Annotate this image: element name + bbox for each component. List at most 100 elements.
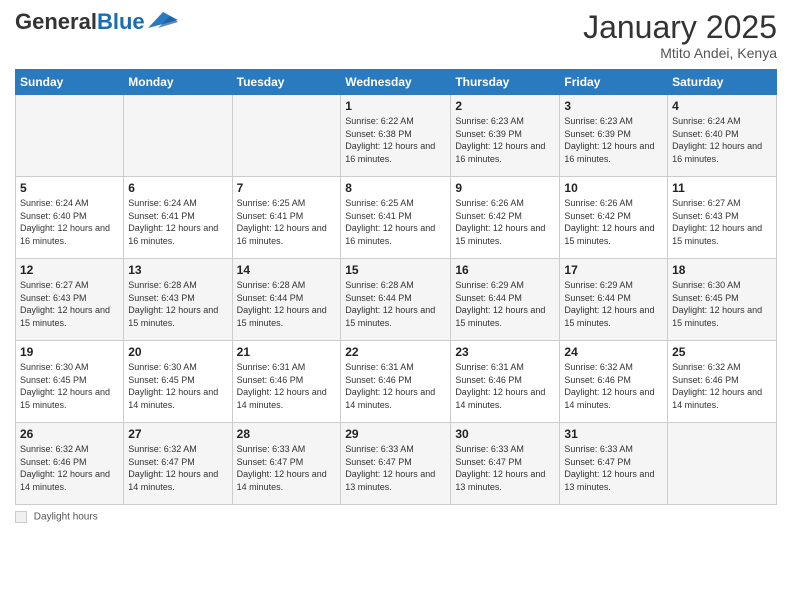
day-number: 26 (20, 427, 119, 441)
day-number: 20 (128, 345, 227, 359)
calendar-week-row: 1 Sunrise: 6:22 AM Sunset: 6:38 PM Daylig… (16, 95, 777, 177)
calendar-cell (124, 95, 232, 177)
calendar-cell: 28 Sunrise: 6:33 AM Sunset: 6:47 PM Dayli… (232, 423, 341, 505)
calendar-cell: 25 Sunrise: 6:32 AM Sunset: 6:46 PM Dayli… (668, 341, 777, 423)
day-info: Sunrise: 6:25 AM Sunset: 6:41 PM Dayligh… (345, 197, 446, 247)
day-info: Sunrise: 6:25 AM Sunset: 6:41 PM Dayligh… (237, 197, 337, 247)
day-number: 21 (237, 345, 337, 359)
day-info: Sunrise: 6:31 AM Sunset: 6:46 PM Dayligh… (345, 361, 446, 411)
day-number: 7 (237, 181, 337, 195)
calendar-cell: 7 Sunrise: 6:25 AM Sunset: 6:41 PM Daylig… (232, 177, 341, 259)
calendar-cell: 23Sunrise: 6:31 AM Sunset: 6:46 PM Dayli… (451, 341, 560, 423)
calendar-week-row: 19 Sunrise: 6:30 AM Sunset: 6:45 PM Dayli… (16, 341, 777, 423)
calendar-cell: 11 Sunrise: 6:27 AM Sunset: 6:43 PM Dayli… (668, 177, 777, 259)
day-info: Sunrise: 6:23 AM Sunset: 6:39 PM Dayligh… (564, 115, 663, 165)
calendar-cell (668, 423, 777, 505)
day-number: 1 (345, 99, 446, 113)
day-number: 14 (237, 263, 337, 277)
day-number: 8 (345, 181, 446, 195)
calendar-cell: 13 Sunrise: 6:28 AM Sunset: 6:43 PM Dayli… (124, 259, 232, 341)
day-info: Sunrise: 6:28 AM Sunset: 6:44 PM Dayligh… (345, 279, 446, 329)
day-number: 11 (672, 181, 772, 195)
day-number: 13 (128, 263, 227, 277)
calendar-week-row: 26 Sunrise: 6:32 AM Sunset: 6:46 PM Dayli… (16, 423, 777, 505)
day-number: 9 (455, 181, 555, 195)
day-number: 31 (564, 427, 663, 441)
day-header-sunday: Sunday (16, 70, 124, 95)
header: GeneralBlue January 2025 Mtito Andei, Ke… (15, 10, 777, 61)
logo-general: General (15, 9, 97, 34)
day-number: 22 (345, 345, 446, 359)
day-info: Sunrise: 6:24 AM Sunset: 6:40 PM Dayligh… (672, 115, 772, 165)
day-number: 27 (128, 427, 227, 441)
calendar-cell: 20 Sunrise: 6:30 AM Sunset: 6:45 PM Dayli… (124, 341, 232, 423)
calendar-table: SundayMondayTuesdayWednesdayThursdayFrid… (15, 69, 777, 505)
calendar-header-row: SundayMondayTuesdayWednesdayThursdayFrid… (16, 70, 777, 95)
calendar-cell: 17Sunrise: 6:29 AM Sunset: 6:44 PM Dayli… (560, 259, 668, 341)
calendar-cell: 30 Sunrise: 6:33 AM Sunset: 6:47 PM Dayli… (451, 423, 560, 505)
day-info: Sunrise: 6:22 AM Sunset: 6:38 PM Dayligh… (345, 115, 446, 165)
calendar-cell: 27Sunrise: 6:32 AM Sunset: 6:47 PM Dayli… (124, 423, 232, 505)
day-info: Sunrise: 6:31 AM Sunset: 6:46 PM Dayligh… (455, 361, 555, 411)
day-number: 28 (237, 427, 337, 441)
day-header-saturday: Saturday (668, 70, 777, 95)
title-block: January 2025 Mtito Andei, Kenya (583, 10, 777, 61)
calendar-cell: 3Sunrise: 6:23 AM Sunset: 6:39 PM Daylig… (560, 95, 668, 177)
day-info: Sunrise: 6:32 AM Sunset: 6:46 PM Dayligh… (20, 443, 119, 493)
calendar-cell: 21Sunrise: 6:31 AM Sunset: 6:46 PM Dayli… (232, 341, 341, 423)
calendar-cell: 2 Sunrise: 6:23 AM Sunset: 6:39 PM Daylig… (451, 95, 560, 177)
calendar-cell: 31 Sunrise: 6:33 AM Sunset: 6:47 PM Dayli… (560, 423, 668, 505)
day-info: Sunrise: 6:24 AM Sunset: 6:40 PM Dayligh… (20, 197, 119, 247)
calendar-cell: 24 Sunrise: 6:32 AM Sunset: 6:46 PM Dayli… (560, 341, 668, 423)
day-number: 29 (345, 427, 446, 441)
day-info: Sunrise: 6:24 AM Sunset: 6:41 PM Dayligh… (128, 197, 227, 247)
day-number: 12 (20, 263, 119, 277)
calendar-cell: 15 Sunrise: 6:28 AM Sunset: 6:44 PM Dayli… (341, 259, 451, 341)
calendar-cell: 26 Sunrise: 6:32 AM Sunset: 6:46 PM Dayli… (16, 423, 124, 505)
calendar-cell: 8 Sunrise: 6:25 AM Sunset: 6:41 PM Daylig… (341, 177, 451, 259)
logo-text: GeneralBlue (15, 11, 145, 33)
calendar-week-row: 5 Sunrise: 6:24 AM Sunset: 6:40 PM Daylig… (16, 177, 777, 259)
day-number: 15 (345, 263, 446, 277)
day-info: Sunrise: 6:33 AM Sunset: 6:47 PM Dayligh… (455, 443, 555, 493)
day-info: Sunrise: 6:26 AM Sunset: 6:42 PM Dayligh… (455, 197, 555, 247)
day-number: 2 (455, 99, 555, 113)
logo-icon (148, 10, 178, 30)
day-info: Sunrise: 6:33 AM Sunset: 6:47 PM Dayligh… (237, 443, 337, 493)
day-info: Sunrise: 6:27 AM Sunset: 6:43 PM Dayligh… (20, 279, 119, 329)
footer: Daylight hours (15, 511, 777, 523)
daylight-label: Daylight hours (34, 512, 98, 523)
logo: GeneralBlue (15, 10, 178, 34)
calendar-cell: 1 Sunrise: 6:22 AM Sunset: 6:38 PM Daylig… (341, 95, 451, 177)
day-number: 25 (672, 345, 772, 359)
daylight-legend: Daylight hours (15, 511, 98, 523)
day-info: Sunrise: 6:33 AM Sunset: 6:47 PM Dayligh… (564, 443, 663, 493)
calendar-cell: 5 Sunrise: 6:24 AM Sunset: 6:40 PM Daylig… (16, 177, 124, 259)
day-info: Sunrise: 6:28 AM Sunset: 6:43 PM Dayligh… (128, 279, 227, 329)
day-number: 10 (564, 181, 663, 195)
calendar-cell: 4Sunrise: 6:24 AM Sunset: 6:40 PM Daylig… (668, 95, 777, 177)
day-number: 5 (20, 181, 119, 195)
calendar-cell (232, 95, 341, 177)
day-header-friday: Friday (560, 70, 668, 95)
calendar-cell: 6Sunrise: 6:24 AM Sunset: 6:41 PM Daylig… (124, 177, 232, 259)
day-header-tuesday: Tuesday (232, 70, 341, 95)
day-header-monday: Monday (124, 70, 232, 95)
day-info: Sunrise: 6:32 AM Sunset: 6:46 PM Dayligh… (564, 361, 663, 411)
day-info: Sunrise: 6:27 AM Sunset: 6:43 PM Dayligh… (672, 197, 772, 247)
day-info: Sunrise: 6:23 AM Sunset: 6:39 PM Dayligh… (455, 115, 555, 165)
day-number: 30 (455, 427, 555, 441)
day-info: Sunrise: 6:30 AM Sunset: 6:45 PM Dayligh… (672, 279, 772, 329)
page: GeneralBlue January 2025 Mtito Andei, Ke… (0, 0, 792, 612)
calendar-cell (16, 95, 124, 177)
day-number: 24 (564, 345, 663, 359)
calendar-week-row: 12 Sunrise: 6:27 AM Sunset: 6:43 PM Dayli… (16, 259, 777, 341)
calendar-cell: 12 Sunrise: 6:27 AM Sunset: 6:43 PM Dayli… (16, 259, 124, 341)
day-info: Sunrise: 6:30 AM Sunset: 6:45 PM Dayligh… (128, 361, 227, 411)
day-info: Sunrise: 6:32 AM Sunset: 6:46 PM Dayligh… (672, 361, 772, 411)
day-number: 19 (20, 345, 119, 359)
calendar-cell: 16Sunrise: 6:29 AM Sunset: 6:44 PM Dayli… (451, 259, 560, 341)
calendar-cell: 18Sunrise: 6:30 AM Sunset: 6:45 PM Dayli… (668, 259, 777, 341)
day-info: Sunrise: 6:29 AM Sunset: 6:44 PM Dayligh… (455, 279, 555, 329)
calendar-cell: 10Sunrise: 6:26 AM Sunset: 6:42 PM Dayli… (560, 177, 668, 259)
